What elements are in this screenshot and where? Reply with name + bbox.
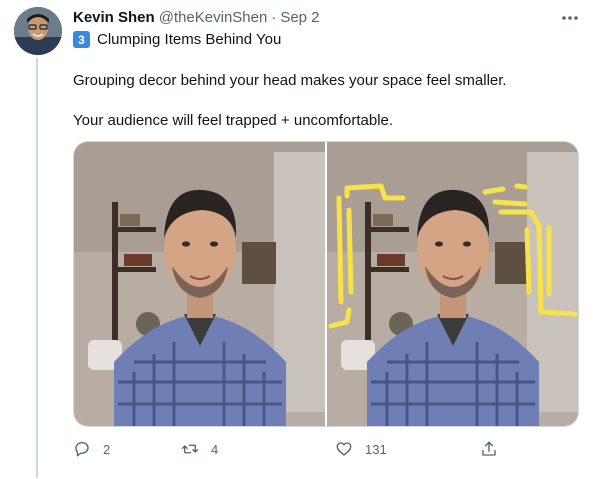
heart-icon xyxy=(336,442,352,456)
photo-annotated[interactable] xyxy=(327,142,578,426)
retweet-icon xyxy=(181,444,199,454)
like-count: 131 xyxy=(365,441,387,457)
tweet-actions: 2 4 131 xyxy=(73,440,513,460)
share-button[interactable] xyxy=(480,440,498,458)
avatar[interactable] xyxy=(14,7,62,55)
tweet-paragraph-2: Your audience will feel trapped + uncomf… xyxy=(73,112,394,129)
tweet-media xyxy=(73,141,579,427)
like-button[interactable]: 131 xyxy=(335,440,387,458)
photo-original[interactable] xyxy=(74,142,325,426)
tweet-paragraph-1: Grouping decor behind your head makes yo… xyxy=(73,72,507,89)
subtitle-text: Clumping Items Behind You xyxy=(97,31,282,48)
author-name[interactable]: Kevin Shen xyxy=(73,9,155,26)
reply-count: 2 xyxy=(103,441,111,457)
tweet-subtitle: 3 Clumping Items Behind You xyxy=(73,31,281,48)
more-horizontal-icon[interactable] xyxy=(556,8,584,28)
reply-icon xyxy=(75,441,89,457)
tweet-header: Kevin Shen @theKevinShen · Sep 2 xyxy=(73,9,320,27)
retweet-button[interactable]: 4 xyxy=(181,440,218,458)
retweet-count: 4 xyxy=(211,441,219,457)
author-handle[interactable]: @theKevinShen xyxy=(159,9,268,26)
reply-button[interactable]: 2 xyxy=(73,440,110,458)
tweet-date[interactable]: Sep 2 xyxy=(280,9,319,26)
tweet-body: Grouping decor behind your head makes yo… xyxy=(73,71,578,131)
thread-connector-line xyxy=(36,58,38,478)
keycap-number-icon: 3 xyxy=(73,31,90,48)
separator-dot: · xyxy=(271,9,277,26)
share-icon xyxy=(482,441,496,456)
